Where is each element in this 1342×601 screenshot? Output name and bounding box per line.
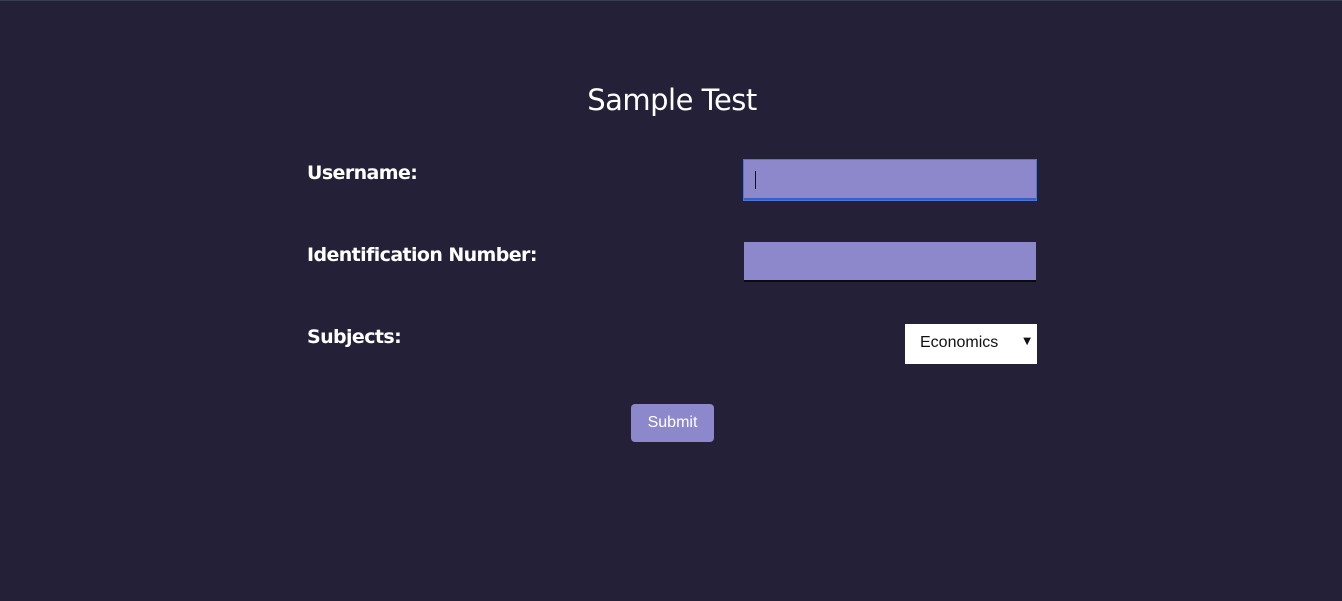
identification-number-input[interactable] (744, 242, 1036, 282)
username-label: Username: (307, 162, 418, 184)
submit-button[interactable]: Submit (631, 404, 714, 442)
caret-down-icon: ▼ (1023, 336, 1031, 347)
page-title: Sample Test (587, 83, 757, 117)
subjects-selected-value: Economics (920, 334, 999, 351)
subjects-label: Subjects: (307, 326, 402, 348)
subjects-select[interactable]: Economics ▼ (905, 324, 1037, 364)
username-input[interactable] (744, 160, 1036, 200)
form-container: Sample Test Username: Identification Num… (307, 0, 1037, 601)
identification-number-label: Identification Number: (307, 244, 537, 266)
text-cursor (755, 171, 756, 189)
